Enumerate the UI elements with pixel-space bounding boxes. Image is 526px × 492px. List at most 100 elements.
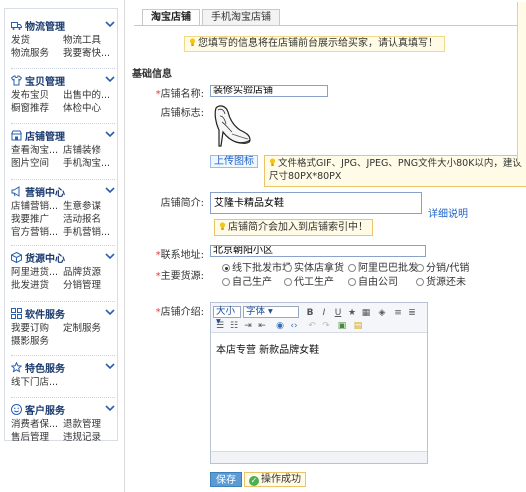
sidebar-link[interactable]: 定制服务 [63, 320, 115, 334]
radio-button[interactable] [416, 264, 424, 272]
source-radio[interactable]: 货源还未 [416, 278, 466, 288]
sidebar-link[interactable]: 阿里进货... [11, 264, 63, 278]
sidebar-link[interactable]: 活动报名 [63, 211, 115, 225]
sidebar-link[interactable]: 物流服务 [11, 45, 63, 59]
radio-button[interactable] [222, 264, 230, 272]
sidebar-link[interactable]: 查看淘宝... [11, 142, 63, 156]
radio-button[interactable] [416, 278, 424, 286]
rich-text-editor[interactable]: 大小 ▾ 字体 ▾ B I U ★ ▦ ◈ ≡ ≣ ☰ ☷ ⇥ ⇤ ◉ ‹› ↶… [210, 302, 428, 464]
outdent-icon[interactable]: ⇤ [257, 321, 267, 331]
redo-icon[interactable]: ↷ [321, 321, 331, 331]
bg-color-icon[interactable]: ◈ [377, 308, 387, 318]
sidebar-section: 特色服务 线下门店... [11, 361, 117, 388]
sidebar-link[interactable]: 发货 [11, 32, 63, 46]
sidebar-section-title[interactable]: 物流管理 [11, 19, 117, 33]
sidebar-section-title[interactable]: 软件服务 [11, 307, 117, 321]
list-ordered-icon[interactable]: ☰ [215, 321, 225, 331]
sidebar-link[interactable]: 生意参谋 [63, 198, 115, 212]
sidebar-link[interactable]: 手机营销... [63, 224, 115, 238]
align-left-icon[interactable]: ≡ [393, 308, 403, 318]
sidebar-section-title[interactable]: 宝贝管理 [11, 74, 117, 88]
radio-button[interactable] [284, 264, 292, 272]
sidebar-section-title[interactable]: 营销中心 [11, 185, 117, 199]
sidebar-section-title[interactable]: 特色服务 [11, 361, 117, 375]
source-radio[interactable]: 代工生产 [284, 278, 334, 288]
table-icon[interactable]: ▤ [353, 321, 363, 331]
sidebar-link[interactable]: 摄影服务 [11, 333, 63, 347]
source-radio[interactable]: 自己生产 [222, 278, 272, 288]
box-icon [11, 252, 22, 263]
bold-icon[interactable]: B [305, 308, 315, 318]
sidebar-link[interactable]: 我要订购 [11, 320, 63, 334]
address-input[interactable]: 北京朝阳小区 [210, 245, 426, 257]
chevron-down-icon[interactable] [105, 20, 115, 28]
lightbulb-icon [269, 158, 276, 166]
sidebar-link[interactable]: 我要寄快... [63, 45, 115, 59]
shop-name-input[interactable]: 装修实验店铺 [210, 85, 328, 97]
info-notice: 您填写的信息将在店铺前台展示给买家，请认真填写！ [184, 36, 445, 52]
shop-intro-textarea[interactable]: 艾隆卡精品女鞋 [210, 192, 422, 214]
chevron-down-icon[interactable] [105, 252, 115, 260]
link-icon[interactable]: ◉ [275, 321, 285, 331]
sidebar-link[interactable]: 线下门店... [11, 374, 63, 388]
chevron-down-icon[interactable] [105, 308, 115, 316]
sidebar-link[interactable]: 店铺营销... [11, 198, 63, 212]
radio-button[interactable] [348, 278, 356, 286]
chevron-down-icon[interactable] [105, 130, 115, 138]
list-bullet-icon[interactable]: ☷ [229, 321, 239, 331]
chevron-down-icon[interactable] [105, 75, 115, 83]
sidebar-link[interactable]: 发布宝贝 [11, 87, 63, 101]
sidebar-link[interactable]: 品牌货源 [63, 264, 115, 278]
upload-logo-button[interactable]: 上传图标 [210, 155, 258, 168]
shop-name-label: *店铺名称: [155, 89, 204, 100]
radio-button[interactable] [348, 264, 356, 272]
sidebar-link[interactable]: 退款管理 [63, 416, 115, 430]
image-icon[interactable]: ▣ [337, 321, 347, 331]
italic-icon[interactable]: I [319, 308, 329, 318]
sidebar-divider [11, 397, 115, 398]
radio-label: 线下批发市场 [232, 263, 292, 274]
align-center-icon[interactable]: ≣ [407, 308, 417, 318]
sidebar-link[interactable]: 店铺装修 [63, 142, 115, 156]
strikethrough-icon[interactable]: ★ [347, 308, 357, 318]
source-radio[interactable]: 线下批发市场 [222, 264, 292, 274]
source-radio[interactable]: 自由公司 [348, 278, 398, 288]
font-size-select[interactable]: 大小 ▾ [213, 306, 241, 327]
underline-icon[interactable]: U [333, 308, 343, 318]
sidebar-section-title[interactable]: 客户服务 [11, 403, 117, 417]
chevron-down-icon[interactable] [105, 186, 115, 194]
save-button[interactable]: 保存 [210, 472, 242, 487]
text-color-icon[interactable]: ▦ [361, 308, 371, 318]
sidebar-section-title[interactable]: 货源中心 [11, 251, 117, 265]
editor-content[interactable]: 本店专营 新款品牌女鞋 [211, 333, 427, 364]
sidebar-link[interactable]: 物流工具 [63, 32, 115, 46]
radio-button[interactable] [284, 278, 292, 286]
section-heading: 基础信息 [132, 69, 172, 80]
sidebar-link[interactable]: 体检中心 [63, 100, 115, 114]
detail-link[interactable]: 详细说明 [428, 205, 468, 220]
code-icon[interactable]: ‹› [289, 321, 299, 331]
sidebar-link[interactable]: 售后管理 [11, 429, 63, 443]
sidebar-link[interactable]: 手机淘宝... [63, 155, 115, 169]
tab-mobile-shop[interactable]: 手机淘宝店铺 [202, 9, 280, 25]
sidebar-link[interactable]: 官方营销... [11, 224, 63, 238]
undo-icon[interactable]: ↶ [307, 321, 317, 331]
sidebar-link[interactable]: 批发进货 [11, 277, 63, 291]
sidebar-link[interactable]: 消费者保... [11, 416, 63, 430]
radio-button[interactable] [222, 278, 230, 286]
chevron-down-icon[interactable] [105, 404, 115, 412]
sidebar-link[interactable]: 图片空间 [11, 155, 63, 169]
chevron-down-icon[interactable] [105, 362, 115, 370]
source-radio[interactable]: 阿里巴巴批发 [348, 264, 418, 274]
source-radio[interactable]: 分销/代销 [416, 264, 469, 274]
sidebar-section-title[interactable]: 店铺管理 [11, 129, 117, 143]
font-family-select[interactable]: 字体 ▾ [243, 306, 299, 318]
source-radio[interactable]: 实体店拿货 [284, 264, 344, 274]
sidebar-link[interactable]: 分销管理 [63, 277, 115, 291]
sidebar-link[interactable]: 出售中的... [63, 87, 115, 101]
tab-taobao-shop[interactable]: 淘宝店铺 [142, 9, 200, 25]
indent-icon[interactable]: ⇥ [243, 321, 253, 331]
sidebar-link[interactable]: 违规记录 [63, 429, 115, 443]
sidebar-link[interactable]: 橱窗推荐 [11, 100, 63, 114]
sidebar-link[interactable]: 我要推广 [11, 211, 63, 225]
